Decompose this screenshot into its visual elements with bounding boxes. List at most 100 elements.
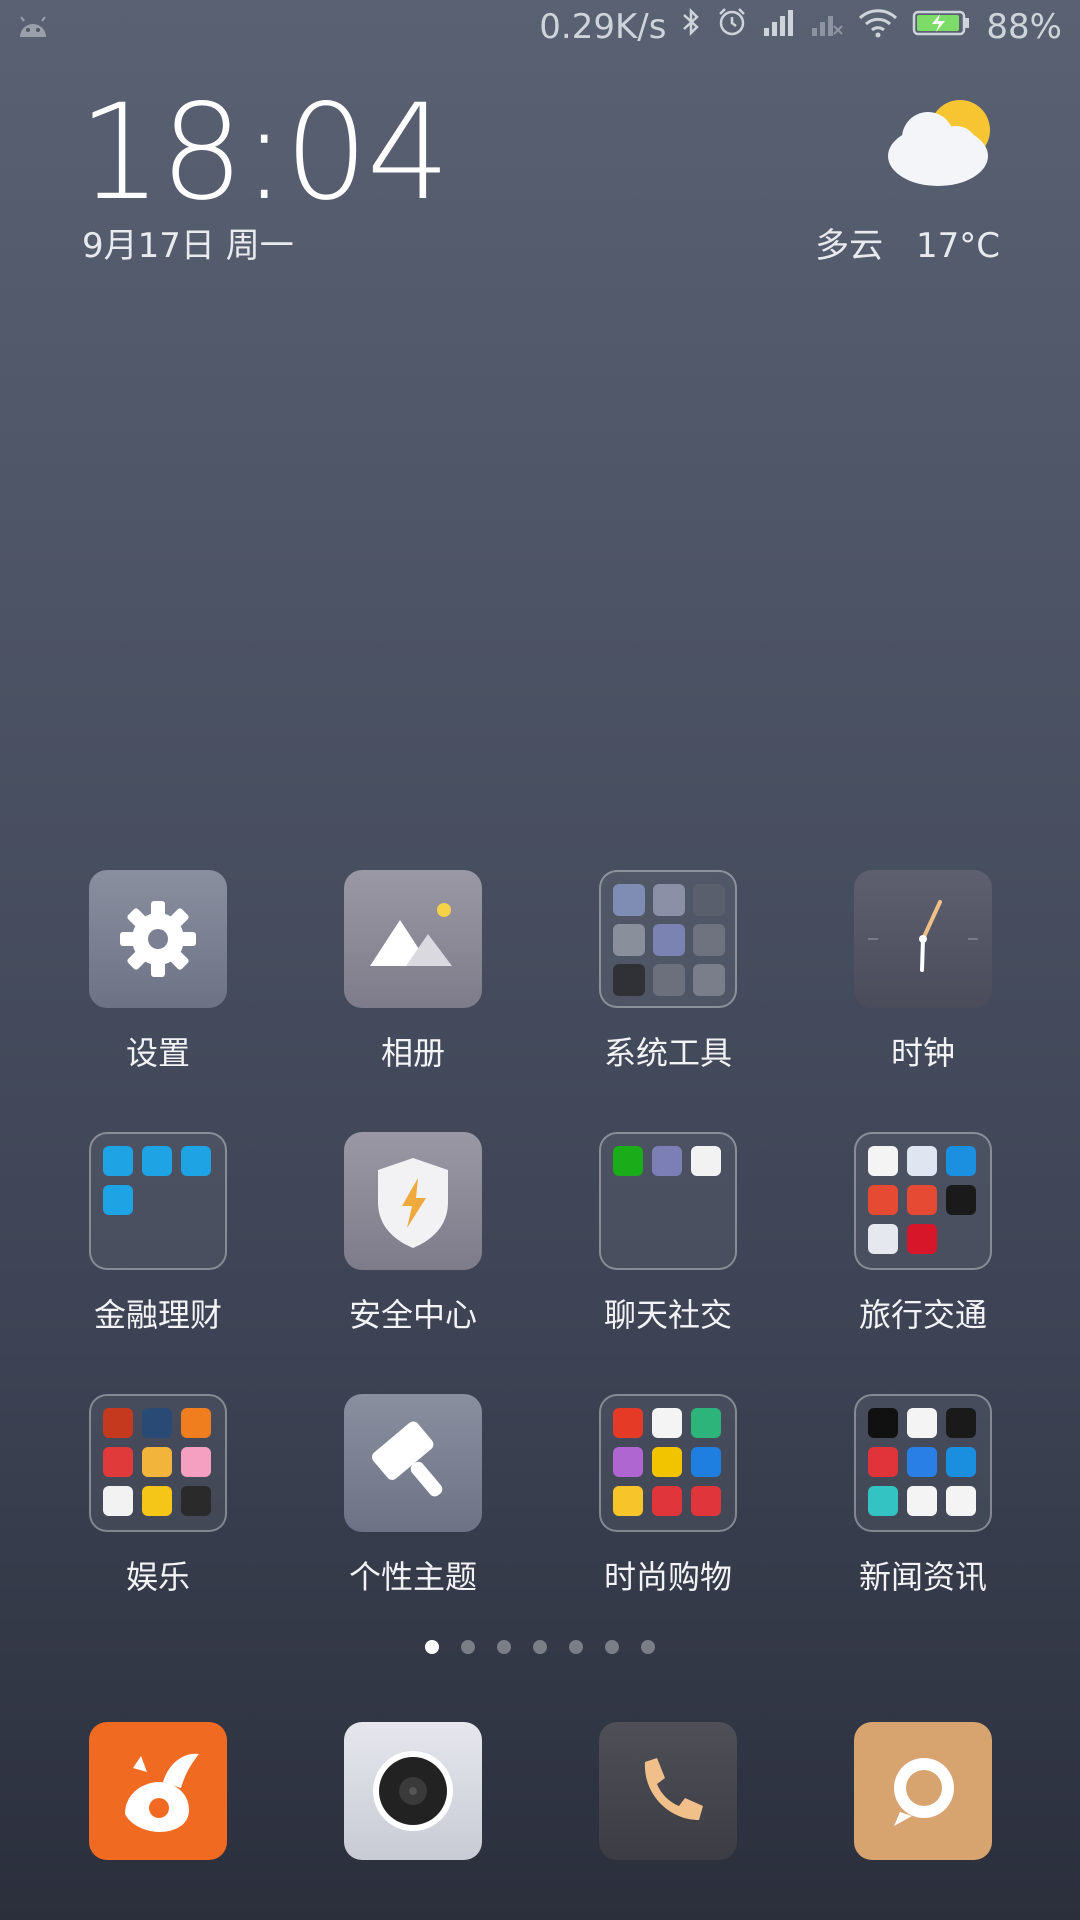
folder-icon [599, 1132, 737, 1270]
shopping-app-icon [613, 1447, 643, 1477]
page-dot[interactable] [605, 1640, 619, 1654]
partly-cloudy-icon[interactable] [880, 92, 1000, 192]
weather-temperature: 17°C [915, 226, 1000, 266]
signal-icon [762, 7, 796, 47]
calculator-icon [693, 884, 725, 916]
weather-app-icon [868, 1224, 898, 1254]
weather-condition: 多云 [815, 226, 884, 266]
folder-icon [854, 1132, 992, 1270]
page-dot[interactable] [461, 1640, 475, 1654]
folder-chat-social[interactable]: 聊天社交 [568, 1132, 768, 1336]
railway-icon [946, 1146, 976, 1176]
page-indicator[interactable] [0, 1640, 1080, 1654]
app-label: 旅行交通 [858, 1296, 987, 1334]
folder-news[interactable]: 新闻资讯 [823, 1394, 1023, 1598]
alipay-icon [103, 1146, 133, 1176]
scanner-icon [653, 964, 685, 996]
app-label: 娱乐 [125, 1558, 190, 1596]
app-label: 相册 [380, 1034, 445, 1072]
travel-app-icon [868, 1185, 898, 1215]
bank-icon [691, 1486, 721, 1516]
phone-icon [599, 1722, 737, 1860]
bike-share-icon [907, 1185, 937, 1215]
eleme-icon [691, 1447, 721, 1477]
video-app-icon [142, 1447, 172, 1477]
app-label: 个性主题 [348, 1558, 477, 1596]
file-manager-icon [613, 924, 645, 956]
train-ticket-icon [907, 1224, 937, 1254]
clock-time[interactable]: 18:04 [78, 76, 450, 230]
alarm-icon [716, 6, 748, 47]
app-label: 新闻资讯 [858, 1558, 987, 1596]
android-icon [16, 10, 50, 50]
flight-icon [907, 1146, 937, 1176]
game-icon [142, 1408, 172, 1438]
shield-icon [344, 1132, 482, 1270]
folder-entertainment[interactable]: 娱乐 [58, 1394, 258, 1598]
page-dot[interactable] [425, 1640, 439, 1654]
app-label: 聊天社交 [603, 1296, 732, 1334]
app-gallery[interactable]: 相册 [313, 870, 513, 1074]
meituan-icon [691, 1408, 721, 1438]
clock-icon [854, 870, 992, 1008]
network-speed: 0.29K/s [539, 6, 667, 47]
ifanr-icon [868, 1408, 898, 1438]
folder-icon [599, 870, 737, 1008]
page-dot[interactable] [497, 1640, 511, 1654]
barcode-pay-icon [103, 1185, 133, 1215]
dock-phone[interactable] [568, 1722, 768, 1860]
contacts-icon [613, 884, 645, 916]
finance-app-icon [142, 1146, 172, 1176]
dock-messages[interactable] [823, 1722, 1023, 1860]
calendar-icon [653, 884, 685, 916]
video-app-icon [103, 1486, 133, 1516]
app-clock[interactable]: 时钟 [823, 870, 1023, 1074]
news-app-icon [946, 1408, 976, 1438]
game-icon [181, 1486, 211, 1516]
weather-info[interactable]: 多云 17°C [815, 218, 1000, 267]
game-icon [181, 1408, 211, 1438]
bluetooth-icon [680, 6, 702, 47]
news-app-icon [907, 1447, 937, 1477]
clock-date[interactable]: 9月17日 周一 [82, 218, 294, 267]
folder-system-tools[interactable]: 系统工具 [568, 870, 768, 1074]
app-themes[interactable]: 个性主题 [313, 1394, 513, 1598]
shopping-app-icon [613, 1486, 643, 1516]
page-dot[interactable] [533, 1640, 547, 1654]
dock-camera[interactable] [313, 1722, 513, 1860]
dock-uc-browser[interactable] [58, 1722, 258, 1860]
folder-finance[interactable]: 金融理财 [58, 1132, 258, 1336]
battery-percent: 88% [986, 6, 1062, 47]
folder-icon [599, 1394, 737, 1532]
app-settings[interactable]: 设置 [58, 870, 258, 1074]
app-label: 金融理财 [93, 1296, 222, 1334]
youpin-icon [652, 1408, 682, 1438]
moments-icon [652, 1146, 682, 1176]
folder-travel[interactable]: 旅行交通 [823, 1132, 1023, 1336]
settings-icon [89, 870, 227, 1008]
youdao-icon [868, 1447, 898, 1477]
page-dot[interactable] [641, 1640, 655, 1654]
chat-bubble-icon [854, 1722, 992, 1860]
scan-pay-icon [181, 1146, 211, 1176]
game-icon [103, 1408, 133, 1438]
app-security-center[interactable]: 安全中心 [313, 1132, 513, 1336]
app-label: 安全中心 [348, 1296, 477, 1334]
wifi-icon [858, 7, 898, 47]
didi-icon [868, 1146, 898, 1176]
qq-icon [691, 1146, 721, 1176]
shopping-app-icon [652, 1486, 682, 1516]
tmall-icon [613, 1408, 643, 1438]
page-dot[interactable] [569, 1640, 583, 1654]
folder-shopping[interactable]: 时尚购物 [568, 1394, 768, 1598]
folder-icon [854, 1394, 992, 1532]
nfc-icon [613, 964, 645, 996]
bilibili-icon [181, 1447, 211, 1477]
camera-icon [344, 1722, 482, 1860]
mail-icon [653, 924, 685, 956]
news-app-icon [907, 1408, 937, 1438]
news-app-icon [868, 1486, 898, 1516]
folder-icon [89, 1394, 227, 1532]
app-label: 设置 [125, 1034, 190, 1072]
wechat-icon [613, 1146, 643, 1176]
